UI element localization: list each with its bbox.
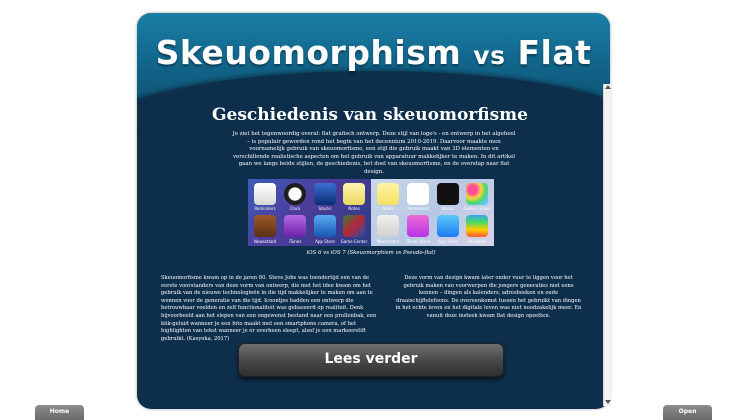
app-label: Clock	[289, 206, 301, 211]
app-label: Newsstand	[254, 239, 276, 244]
clock-icon	[284, 183, 306, 205]
app-label: Notes	[382, 206, 394, 211]
scrollbar[interactable]	[603, 84, 611, 406]
scroll-up-arrow-icon[interactable]	[605, 85, 611, 89]
app-label: Game Center	[463, 206, 491, 211]
home-tab-button[interactable]: Home	[35, 405, 84, 420]
stocks-icon	[437, 183, 459, 205]
title-end: Flat	[517, 33, 592, 72]
app-label: Passbook	[467, 239, 487, 244]
app-label: Reminders	[254, 206, 276, 211]
body-text-right: Deze vorm van design kwam later onder vu…	[395, 275, 582, 319]
figure-caption: iOS 6 vs iOS 7 (Skeuomorphism vs Pseudo-…	[306, 250, 436, 256]
app-label: iTunes	[288, 239, 302, 244]
open-tab-button[interactable]: Open	[663, 405, 712, 420]
notes-icon	[377, 183, 399, 205]
app-title: Skeuomorphism vs Flat	[137, 33, 610, 72]
newsstand-icon	[254, 215, 276, 237]
app-store-icon	[437, 215, 459, 237]
app-label: Notes	[348, 206, 360, 211]
ios6-panel: Reminders Clock Stocks Notes Newsstand i…	[248, 179, 371, 246]
stocks-icon	[314, 183, 336, 205]
app-store-icon	[314, 215, 336, 237]
ios-comparison-image: Reminders Clock Stocks Notes Newsstand i…	[248, 179, 494, 246]
title-vs: vs	[473, 41, 506, 70]
itunes-store-icon	[407, 215, 429, 237]
app-label: Newsstand	[377, 239, 399, 244]
body-text-left: Skeuomorfisme kwam op in de jaren 80. St…	[161, 275, 377, 342]
title-main: Skeuomorphism	[155, 33, 462, 72]
app-label: iTunes Store	[405, 239, 431, 244]
newsstand-icon	[377, 215, 399, 237]
ios7-panel: Notes Reminders Stocks Game Center Newss…	[371, 179, 494, 246]
notes-icon	[343, 183, 365, 205]
scroll-down-arrow-icon[interactable]	[605, 400, 611, 404]
game-center-icon	[466, 183, 488, 205]
app-label: Game Center	[340, 239, 368, 244]
itunes-icon	[284, 215, 306, 237]
reminders-icon	[407, 183, 429, 205]
game-center-icon	[343, 215, 365, 237]
intro-paragraph: Je ziet het tegenwoordig overal: flat gr…	[232, 131, 516, 175]
reminders-icon	[254, 183, 276, 205]
read-more-button[interactable]: Lees verder	[238, 343, 504, 377]
passbook-icon	[466, 215, 488, 237]
app-header: Skeuomorphism vs Flat	[137, 13, 610, 131]
app-label: Reminders	[407, 206, 429, 211]
article-title: Geschiedenis van skeuomorfisme	[212, 105, 528, 125]
